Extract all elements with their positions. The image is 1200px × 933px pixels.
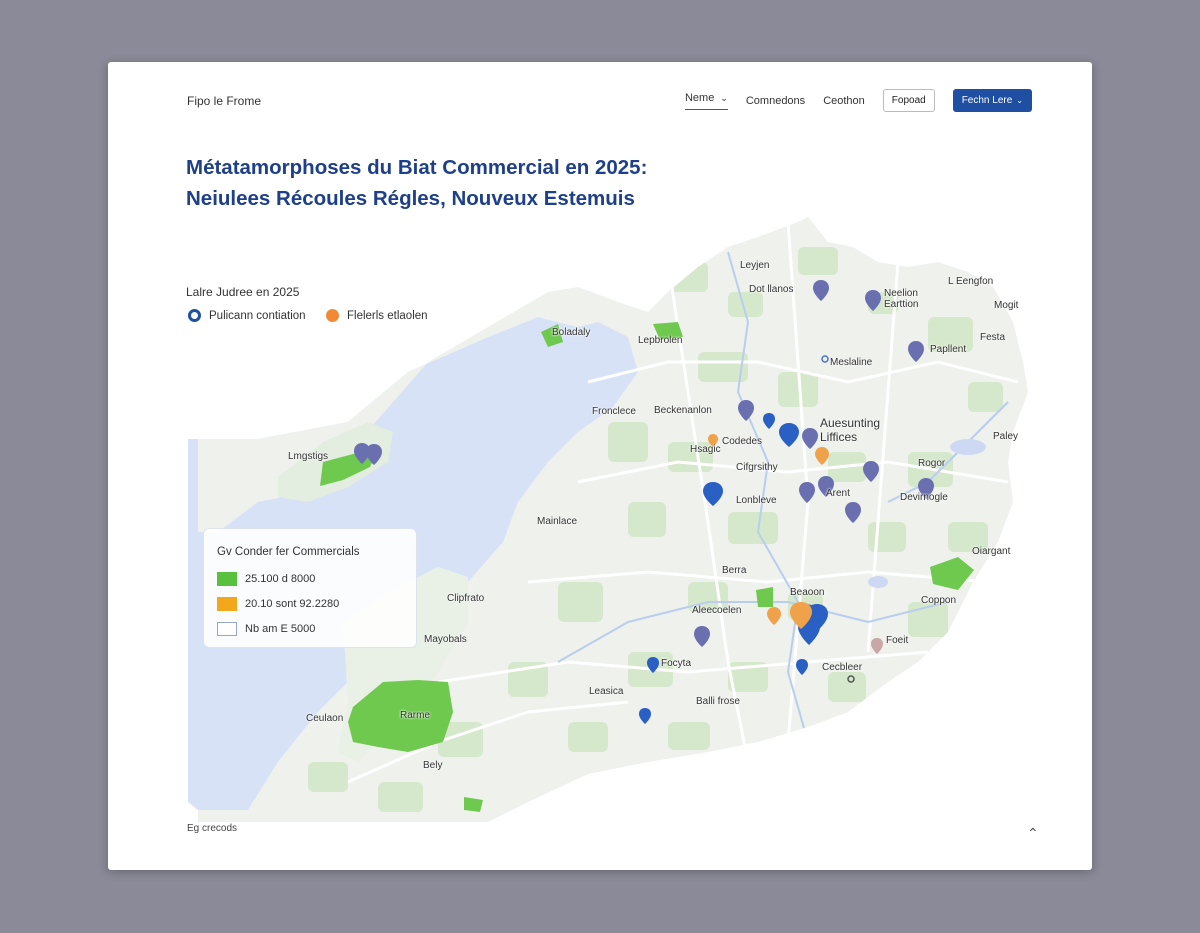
green-swatch [217,572,237,586]
legend-item: Nb am E 5000 [217,622,315,636]
map-label: Devirnogle [900,492,948,503]
map-label: Arent [826,488,850,499]
nav-item-neme[interactable]: Neme ⌄ [684,91,728,110]
map-label: Mayobals [424,634,467,645]
map-label: Aleecoelen [692,605,742,616]
map-label: Festa [980,332,1006,343]
title-line-1: Métatamorphoses du Biat Commercial en 20… [186,156,648,179]
map-label: Lepbrolen [638,335,683,346]
arrow-up-icon[interactable]: ⌃ [1027,825,1039,842]
map-label: Beckenanlon [654,405,712,416]
page-card: Leyjen Dot llanos Neelion Earttion L Een… [108,62,1092,870]
layer-label: Pulicann contiation [209,309,306,322]
map-label: Mainlace [537,516,578,527]
map-label: Cecbleer [822,662,863,673]
footer-note: Eg crecods [187,823,238,834]
orange-swatch [217,597,237,611]
map-legend: Gv Conder fer Commercials 25.100 d 8000 … [203,528,417,648]
map-label: Oiargant [972,546,1011,557]
map-label: Cifgrsithy [736,462,778,473]
map-label: Clipfrato [447,593,485,604]
map-label: Neelion Earttion [884,288,919,310]
legend-label: Nb am E 5000 [245,623,316,635]
map-label: Codedes [722,436,763,447]
map-label: L Eengfon [948,276,994,287]
map-label: Bely [423,760,443,771]
orange-dot-icon[interactable] [326,309,339,322]
park-central [756,587,773,607]
button-label: Fechn Lere [961,95,1013,106]
legend-label: 20.10 sont 92.2280 [245,598,340,610]
brand-name[interactable]: Fipo le Frome [187,94,261,108]
map-label: Meslaline [830,357,873,368]
nav-item-comnedons[interactable]: Comnedons [746,95,805,107]
map-label: Lmgstigs [288,451,329,462]
map-label: Fronclece [592,406,636,417]
map-label: Mogit [994,300,1019,311]
map-label: Beaoon [790,587,825,598]
layer-toggle-pulicann[interactable]: Pulicann contiation [188,309,306,322]
map-label: Boladaly [552,327,591,338]
map-label: Papllent [930,344,967,355]
fechn-lere-button[interactable]: Fechn Lere ⌄ [952,89,1032,112]
page-title: Métatamorphoses du Biat Commercial en 20… [186,152,647,214]
map-label: Focyta [661,658,692,669]
map-label: Ceulaon [306,713,344,724]
map-label: Auesunting Liffices [820,416,881,444]
map-label: Balli frose [696,696,740,707]
map-label: Foeit [886,635,909,646]
map-label: Hsagic [690,444,721,455]
fopoad-button[interactable]: Fopoad [882,89,935,112]
map-label: Berra [722,565,747,576]
map-label: Dot llanos [749,284,794,295]
legend-item: 25.100 d 8000 [217,572,315,586]
nav-label: Neme [684,91,715,104]
map-label: Paley [993,431,1019,442]
title-line-2: Neiulees Récoules Régles, Nouveux Estemu… [186,187,635,210]
radio-dot-icon[interactable] [188,309,201,322]
layer-toggle-flelerls[interactable]: Flelerls etlaolen [326,309,428,322]
layer-title: Lalre Judree en 2025 [186,285,300,299]
chevron-down-icon: ⌄ [720,92,728,103]
map-label: Rarme [400,710,431,721]
top-nav: Neme ⌄ Comnedons Ceothon Fopoad Fechn Ler… [684,89,1032,112]
map-label: Leyjen [740,260,770,271]
nav-item-ceothon[interactable]: Ceothon [823,95,865,107]
legend-title: Gv Conder fer Commercials [217,546,360,558]
map-label: Coppon [921,595,957,606]
map-label: Lonbleve [736,495,777,506]
layer-label: Flelerls etlaolen [347,309,428,322]
white-swatch [217,622,237,636]
legend-item: 20.10 sont 92.2280 [217,597,339,611]
legend-label: 25.100 d 8000 [245,573,316,585]
map-label: Leasica [589,686,624,697]
map-label: Rogor [918,458,946,469]
chevron-down-icon: ⌄ [1016,96,1023,105]
